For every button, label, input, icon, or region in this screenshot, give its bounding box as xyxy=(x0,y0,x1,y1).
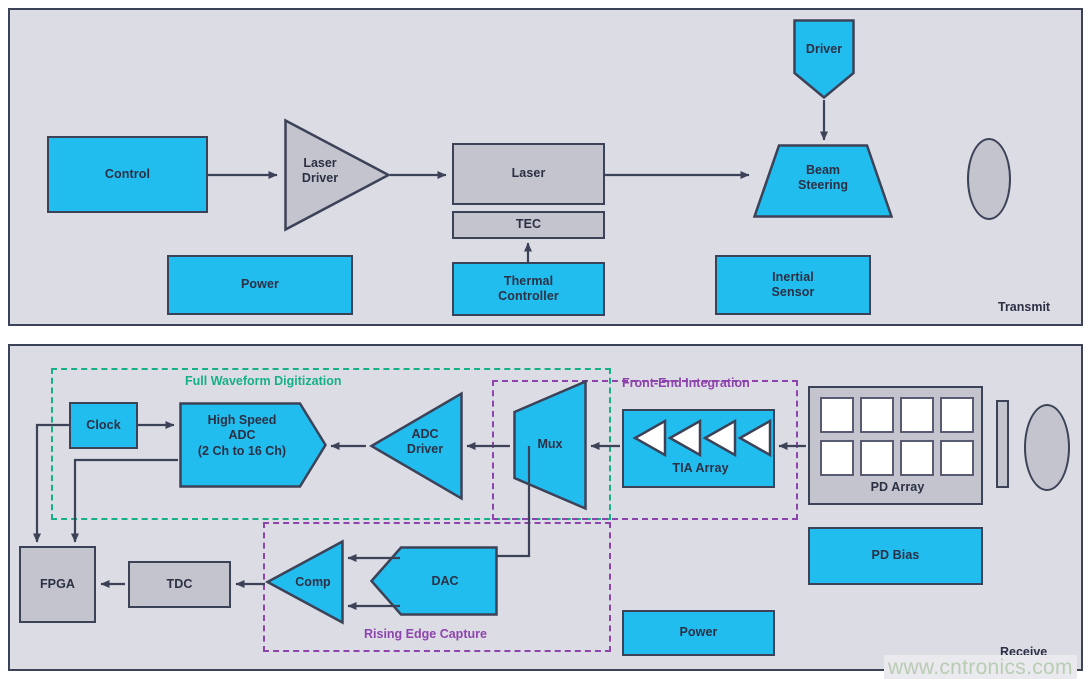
block-pd-array[interactable]: PD Array xyxy=(808,386,983,505)
transmit-lens-icon xyxy=(967,138,1011,220)
block-pd-bias-label: PD Bias xyxy=(871,548,920,563)
block-control-label: Control xyxy=(104,166,151,181)
pd-cell xyxy=(900,397,934,433)
pd-cell xyxy=(860,397,894,433)
block-laser-driver[interactable]: Laser Driver xyxy=(283,118,392,232)
pd-cell xyxy=(860,440,894,476)
transmit-corner-label: Transmit xyxy=(998,300,1051,314)
block-tia-array-label: TIA Array xyxy=(672,461,729,475)
block-receive-power-label: Power xyxy=(679,625,718,640)
block-tdc-label: TDC xyxy=(166,576,193,591)
pd-cell xyxy=(820,397,854,433)
block-inertial-sensor[interactable]: Inertial Sensor xyxy=(715,255,871,315)
block-thermal-controller-label: Thermal Controller xyxy=(498,273,559,303)
block-control[interactable]: Control xyxy=(47,136,208,213)
block-pd-bias[interactable]: PD Bias xyxy=(808,527,983,585)
watermark-text: www.cntronics.com xyxy=(884,655,1077,679)
block-tec-label: TEC xyxy=(515,217,542,232)
block-beam-steering[interactable]: Beam Steering xyxy=(752,143,894,219)
group-front-end-label: Front-End Integration xyxy=(622,376,750,390)
pd-cell xyxy=(900,440,934,476)
block-tdc[interactable]: TDC xyxy=(128,561,231,608)
block-fpga-label: FPGA xyxy=(39,576,76,591)
diagram-canvas: Control Laser Driver Laser TEC Thermal C… xyxy=(0,0,1091,679)
group-rising-edge-label: Rising Edge Capture xyxy=(364,627,487,641)
block-mux[interactable]: Mux xyxy=(512,379,588,511)
block-tia-array[interactable]: TIA Array xyxy=(622,409,775,488)
block-fpga[interactable]: FPGA xyxy=(19,546,96,623)
block-high-speed-adc[interactable]: High Speed ADC (2 Ch to 16 Ch) xyxy=(178,401,328,489)
block-tec[interactable]: TEC xyxy=(452,211,605,239)
block-dac[interactable]: DAC xyxy=(369,545,499,617)
pd-cell xyxy=(940,397,974,433)
block-laser-label: Laser xyxy=(511,166,546,181)
block-adc-driver[interactable]: ADC Driver xyxy=(369,391,464,501)
tia-amplifier-icons xyxy=(632,419,772,457)
block-laser[interactable]: Laser xyxy=(452,143,605,205)
block-clock-label: Clock xyxy=(86,417,121,432)
block-transmit-power-label: Power xyxy=(240,277,279,292)
pd-cell xyxy=(820,440,854,476)
block-driver[interactable]: Driver xyxy=(792,18,856,100)
receive-lens-icon xyxy=(1024,404,1070,491)
pd-cell xyxy=(940,440,974,476)
block-inertial-sensor-label: Inertial Sensor xyxy=(771,269,815,299)
block-pd-array-label: PD Array xyxy=(870,480,925,494)
block-comp[interactable]: Comp xyxy=(264,539,345,625)
group-full-waveform-label: Full Waveform Digitization xyxy=(185,374,342,388)
block-clock[interactable]: Clock xyxy=(69,402,138,449)
block-thermal-controller[interactable]: Thermal Controller xyxy=(452,262,605,316)
block-receive-power[interactable]: Power xyxy=(622,610,775,656)
block-transmit-power[interactable]: Power xyxy=(167,255,353,315)
receive-filter-icon xyxy=(996,400,1009,488)
